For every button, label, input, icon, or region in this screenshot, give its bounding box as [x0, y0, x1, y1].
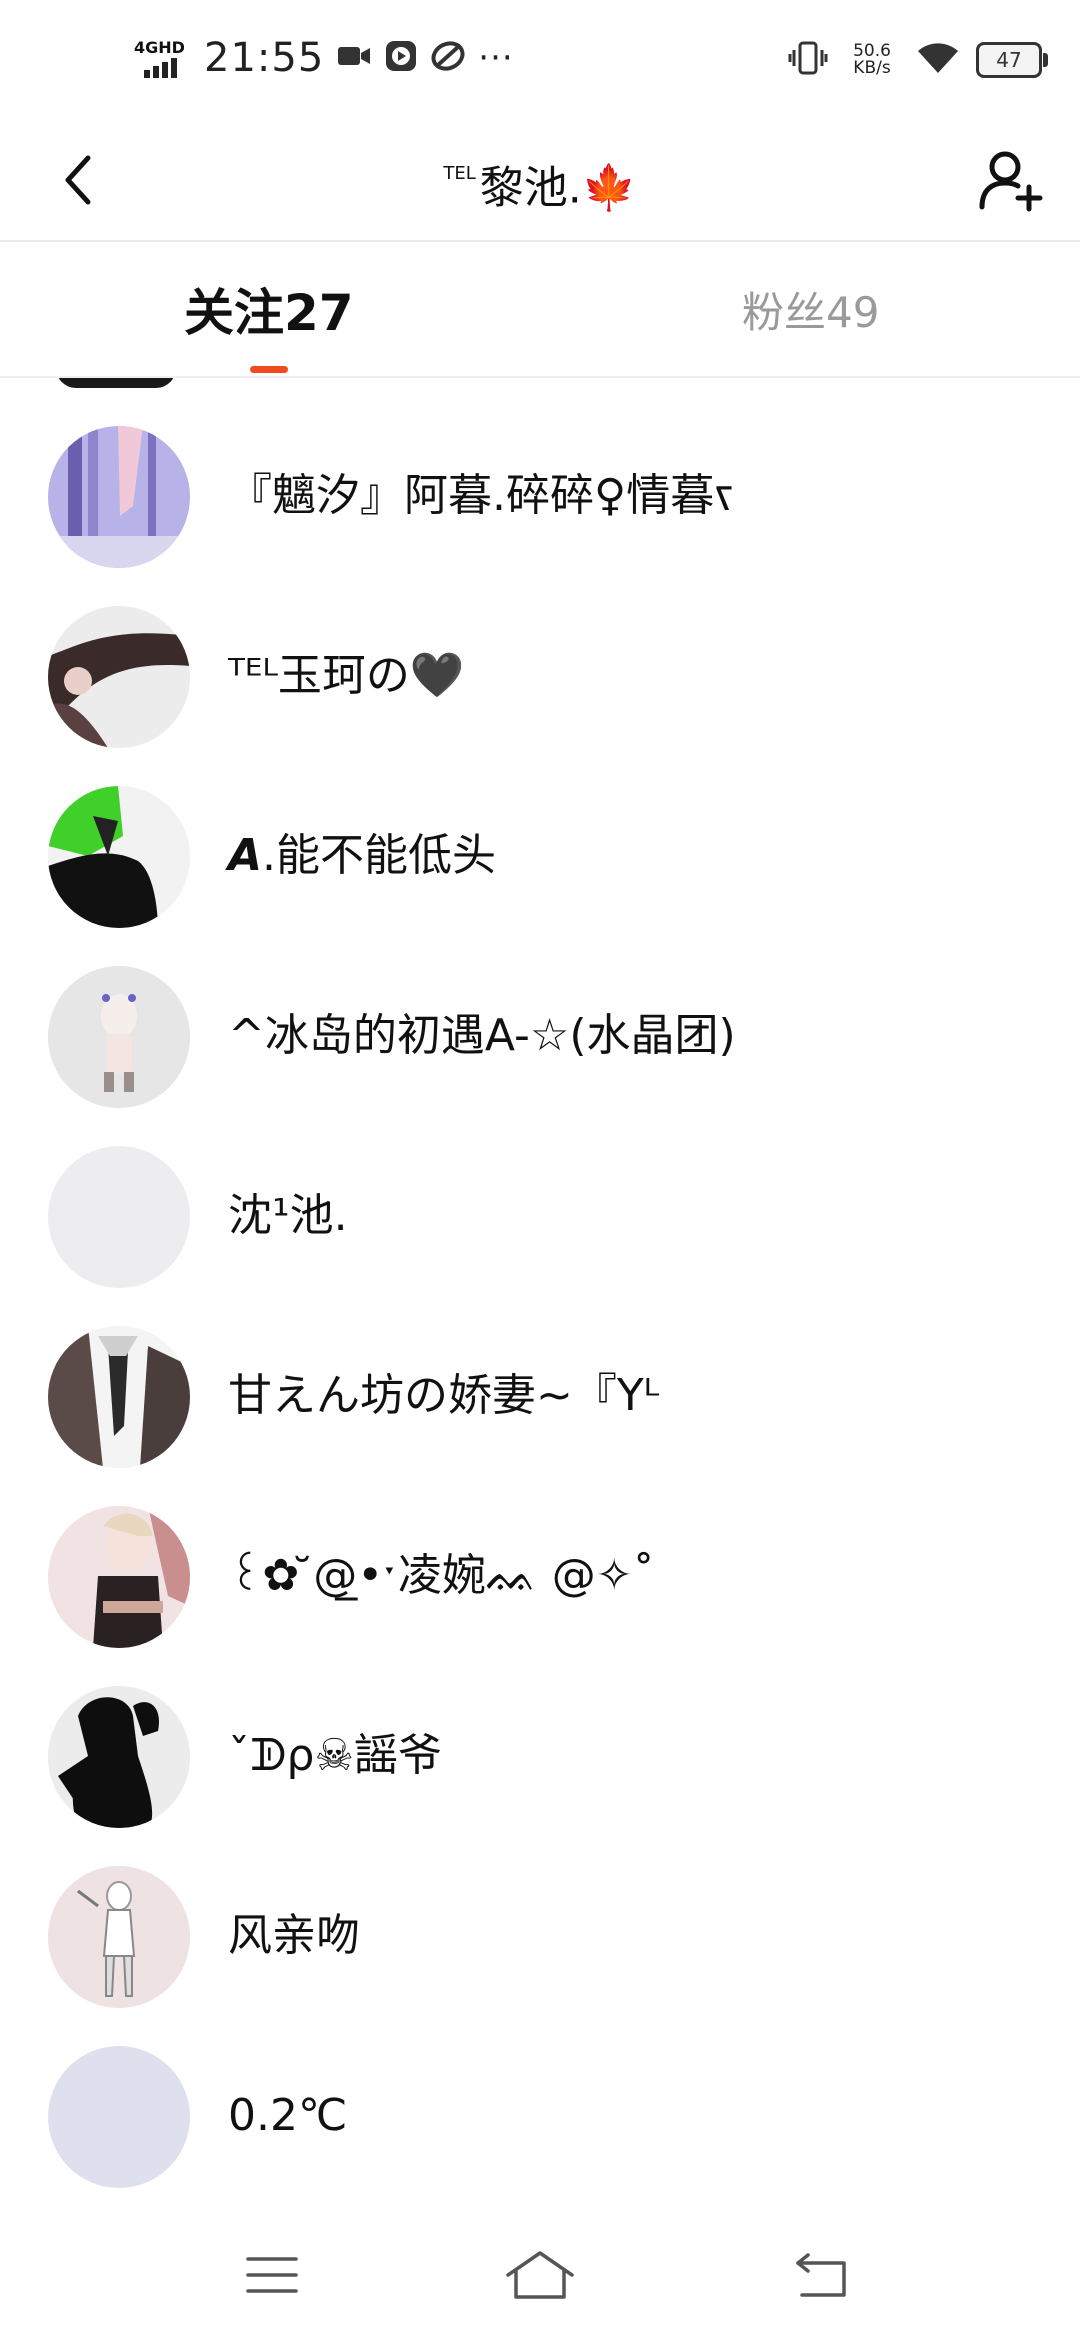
app-notification-icon	[430, 39, 466, 77]
follow-tabs: 关注27 粉丝49	[0, 242, 1080, 378]
signal-icon	[144, 58, 177, 78]
maple-leaf-icon: 🍁	[581, 162, 637, 214]
avatar[interactable]	[48, 1326, 190, 1468]
avatar[interactable]	[48, 1866, 190, 2008]
list-item[interactable]: ^冰岛的初遇A-☆(水晶团)	[0, 918, 1080, 1108]
clock: 21:55	[204, 35, 325, 81]
user-name: ˇᗫρ☠謡爷	[228, 1730, 442, 1781]
title-prefix: TEL	[443, 163, 476, 184]
avatar[interactable]	[48, 786, 190, 928]
user-name: ꒰✿ ̆@̲•ˑ凌婉ᨐ @✧˚	[228, 1550, 655, 1601]
top-app-bar: TEL黎池.🍁	[0, 120, 1080, 242]
user-name: ᵀᴱᴸ玉珂の🖤	[228, 650, 465, 701]
network-indicator: 4GHD	[134, 34, 192, 82]
status-right: 50.6 KB/s 47	[788, 34, 1048, 86]
add-user-icon	[979, 151, 1043, 212]
user-name: ^冰岛的初遇A-☆(水晶团)	[228, 1010, 736, 1061]
tab-following[interactable]: 关注27	[184, 278, 354, 348]
user-name: 沈¹池.	[228, 1190, 348, 1241]
status-bar: 4GHD 21:55 ··· 50.6 KB/s 47	[0, 0, 1080, 120]
play-app-icon	[384, 39, 418, 77]
active-tab-indicator	[250, 366, 288, 373]
wifi-icon	[916, 41, 960, 79]
user-name: 『魑汐』阿暮.碎碎♀情暮ꧏ	[228, 470, 734, 521]
user-name: 𝘼.能不能低头	[228, 830, 497, 881]
page-title: TEL黎池.🍁	[0, 144, 1080, 220]
home-button[interactable]	[500, 2245, 580, 2305]
user-name: 0.2℃	[228, 2090, 348, 2141]
battery-indicator: 47	[976, 42, 1048, 78]
list-item[interactable]: 沈¹池.	[0, 1098, 1080, 1288]
list-item[interactable]: 甘えん坊の娇妻~『Yᴸ	[0, 1278, 1080, 1468]
user-name: 甘えん坊の娇妻~『Yᴸ	[228, 1370, 660, 1421]
back-nav-button[interactable]	[782, 2245, 862, 2305]
list-item[interactable]: ᵀᴱᴸ玉珂の🖤	[0, 558, 1080, 748]
following-list: 『魑汐』阿暮.碎碎♀情暮ꧏ ᵀᴱᴸ玉珂の🖤 𝘼.能不能低头 ^冰岛的初遇A-☆(…	[0, 378, 1080, 2213]
avatar[interactable]	[48, 966, 190, 1108]
net-speed: 50.6 KB/s	[844, 43, 900, 77]
net-speed-unit: KB/s	[853, 58, 891, 78]
list-item[interactable]: 0.2℃	[0, 1998, 1080, 2188]
avatar[interactable]	[48, 1686, 190, 1828]
recent-apps-button[interactable]	[232, 2245, 312, 2305]
vibrate-icon	[788, 40, 828, 80]
status-left: 4GHD 21:55 ···	[134, 28, 514, 88]
list-item[interactable]: 𝘼.能不能低头	[0, 738, 1080, 928]
system-nav-bar	[0, 2213, 1080, 2340]
user-name: 风亲吻	[228, 1910, 360, 1961]
menu-icon	[246, 2257, 298, 2293]
title-text: 黎池.	[479, 162, 582, 214]
list-item[interactable]: 风亲吻	[0, 1818, 1080, 2008]
home-icon	[506, 2251, 574, 2299]
more-notifications: ···	[478, 38, 514, 78]
avatar[interactable]	[48, 2046, 190, 2188]
add-friend-button[interactable]	[970, 140, 1050, 220]
list-item[interactable]: 『魑汐』阿暮.碎碎♀情暮ꧏ	[0, 378, 1080, 568]
list-item[interactable]: ˇᗫρ☠謡爷	[0, 1638, 1080, 1828]
avatar[interactable]	[48, 426, 190, 568]
back-icon	[796, 2253, 846, 2297]
avatar[interactable]	[48, 1146, 190, 1288]
network-type: 4GHD	[134, 38, 185, 57]
avatar[interactable]	[48, 1506, 190, 1648]
video-icon	[336, 42, 372, 74]
tab-followers[interactable]: 粉丝49	[742, 278, 879, 348]
list-item[interactable]: ꒰✿ ̆@̲•ˑ凌婉ᨐ @✧˚	[0, 1458, 1080, 1648]
avatar[interactable]	[48, 606, 190, 748]
